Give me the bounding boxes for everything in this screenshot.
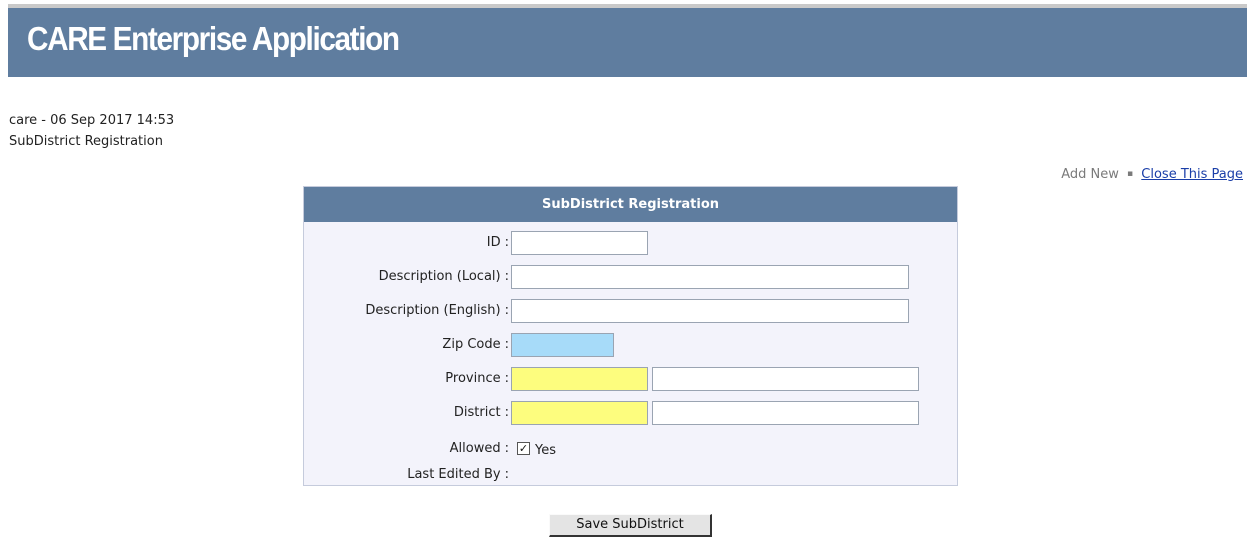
allowed-label: Allowed: — [449, 441, 509, 456]
app-title: CARE Enterprise Application — [27, 20, 400, 57]
bullet-separator-icon: ▪ — [1127, 169, 1134, 179]
desc-english-input[interactable] — [511, 299, 909, 323]
province-name-input[interactable] — [652, 367, 919, 391]
row-id: ID: — [304, 231, 957, 255]
last-edited-label: Last Edited By: — [407, 467, 509, 482]
province-label: Province: — [445, 371, 509, 386]
row-district: District: — [304, 401, 957, 425]
district-label: District: — [453, 405, 509, 420]
close-page-link[interactable]: Close This Page — [1141, 167, 1243, 182]
page-actions: Add New ▪ Close This Page — [1061, 167, 1243, 182]
district-name-input[interactable] — [652, 401, 919, 425]
district-code-input[interactable] — [511, 401, 648, 425]
session-user-date: care - 06 Sep 2017 14:53 — [9, 113, 175, 128]
row-desc-english: Description (English): — [304, 299, 957, 323]
allowed-yes-label: Yes — [535, 443, 556, 458]
desc-local-label: Description (Local): — [378, 269, 509, 284]
row-zip: Zip Code: — [304, 333, 957, 357]
desc-english-label: Description (English): — [365, 303, 509, 318]
session-page-name: SubDistrict Registration — [9, 134, 163, 149]
app-banner: CARE Enterprise Application — [8, 8, 1247, 77]
row-last-edited: Last Edited By: — [304, 463, 957, 487]
zip-code-input[interactable] — [511, 333, 614, 357]
desc-local-input[interactable] — [511, 265, 909, 289]
save-subdistrict-button[interactable]: Save SubDistrict — [549, 514, 712, 537]
row-desc-local: Description (Local): — [304, 265, 957, 289]
row-province: Province: — [304, 367, 957, 391]
id-label: ID: — [486, 235, 509, 250]
zip-label: Zip Code: — [442, 337, 509, 352]
registration-form: SubDistrict Registration ID: Description… — [303, 186, 958, 486]
province-code-input[interactable] — [511, 367, 648, 391]
add-new-link[interactable]: Add New — [1061, 167, 1119, 182]
allowed-checkbox[interactable]: ✓ — [517, 442, 530, 455]
row-allowed: Allowed: ✓ Yes — [304, 437, 957, 461]
id-input[interactable] — [511, 231, 648, 255]
form-header: SubDistrict Registration — [304, 187, 957, 222]
session-info: care - 06 Sep 2017 14:53 SubDistrict Reg… — [9, 110, 174, 152]
